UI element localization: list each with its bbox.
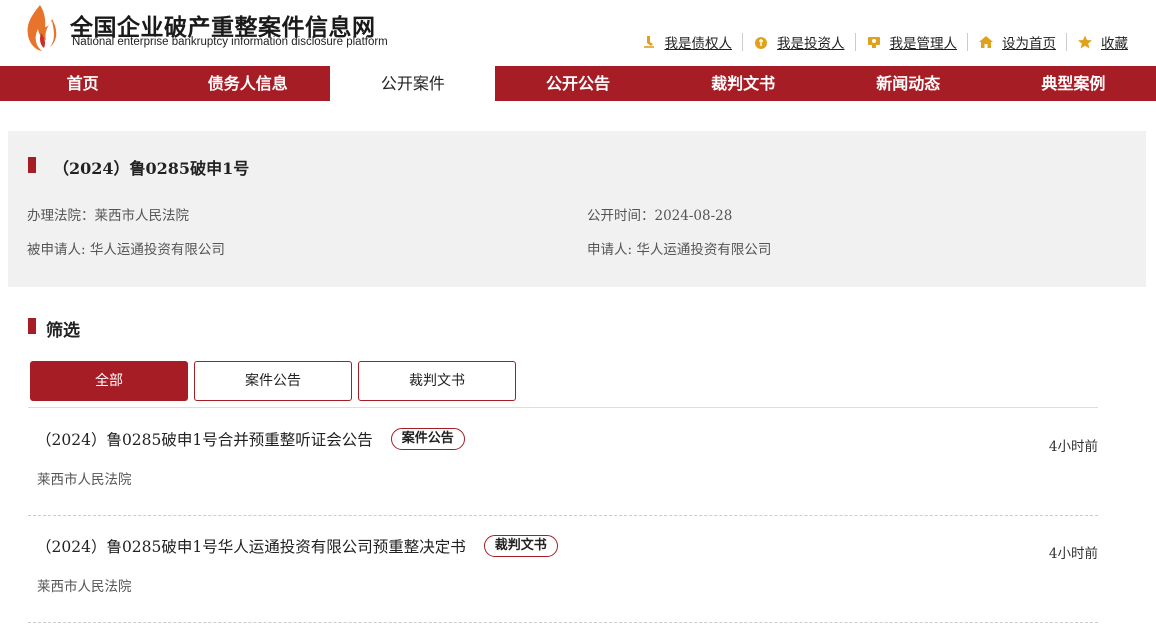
top-link-administrator[interactable]: 我是管理人 bbox=[856, 32, 968, 52]
nav-item-public-notices[interactable]: 公开公告 bbox=[495, 66, 660, 101]
list-item[interactable]: （2024）鲁0285破申1号合并预重整听证会公告 案件公告 莱西市人民法院 4… bbox=[28, 408, 1098, 516]
filter-button-all[interactable]: 全部 bbox=[30, 361, 188, 401]
main-nav: 首页 债务人信息 公开案件 公开公告 裁判文书 新闻动态 典型案例 bbox=[0, 66, 1156, 101]
list-item-title-row: （2024）鲁0285破申1号华人运通投资有限公司预重整决定书 裁判文书 bbox=[36, 535, 558, 557]
top-link-investor[interactable]: 我是投资人 bbox=[743, 32, 855, 52]
nav-item-judgments[interactable]: 裁判文书 bbox=[661, 66, 826, 101]
list-item-divider bbox=[28, 622, 1098, 623]
list-item-court: 莱西市人民法院 bbox=[37, 579, 132, 595]
list-item-title-row: （2024）鲁0285破申1号合并预重整听证会公告 案件公告 bbox=[36, 428, 465, 450]
top-link-label: 设为首页 bbox=[1002, 36, 1056, 52]
case-title: （2024）鲁0285破申1号 bbox=[53, 159, 250, 178]
nav-item-typical-cases[interactable]: 典型案例 bbox=[991, 66, 1156, 101]
nav-item-home[interactable]: 首页 bbox=[0, 66, 165, 101]
list-item-title[interactable]: （2024）鲁0285破申1号合并预重整听证会公告 bbox=[36, 428, 373, 450]
top-link-creditor[interactable]: 我是债权人 bbox=[631, 32, 743, 52]
top-link-label: 我是投资人 bbox=[777, 36, 845, 52]
filter-button-case-notice[interactable]: 案件公告 bbox=[194, 361, 352, 401]
filter-accent-bar bbox=[28, 318, 36, 334]
list-item[interactable]: （2024）鲁0285破申1号华人运通投资有限公司预重整决定书 裁判文书 莱西市… bbox=[28, 515, 1098, 623]
top-link-label: 收藏 bbox=[1101, 36, 1128, 52]
investor-icon bbox=[755, 37, 767, 49]
administrator-icon bbox=[867, 37, 880, 48]
case-publish-time: 公开时间：2024-08-28 bbox=[587, 208, 733, 224]
title-accent-bar bbox=[28, 157, 36, 173]
creditor-icon bbox=[643, 36, 654, 48]
case-applicant: 申请人: 华人运通投资有限公司 bbox=[587, 242, 772, 258]
list-item-title[interactable]: （2024）鲁0285破申1号华人运通投资有限公司预重整决定书 bbox=[36, 535, 466, 557]
filter-button-judgment[interactable]: 裁判文书 bbox=[358, 361, 516, 401]
case-respondent: 被申请人: 华人运通投资有限公司 bbox=[27, 242, 225, 258]
list-item-tag: 裁判文书 bbox=[483, 535, 558, 557]
top-link-label: 我是管理人 bbox=[889, 36, 958, 52]
home-icon bbox=[979, 36, 993, 48]
list-item-tag: 案件公告 bbox=[390, 428, 465, 450]
nav-item-public-cases[interactable]: 公开案件 bbox=[330, 66, 496, 101]
top-links: 我是债权人 我是投资人 我是管理人 设为首页 收藏 bbox=[631, 32, 1139, 52]
flame-logo-icon[interactable] bbox=[22, 3, 58, 53]
top-link-favorite[interactable]: 收藏 bbox=[1067, 32, 1138, 52]
list-item-time: 4小时前 bbox=[1048, 546, 1098, 562]
list-item-time: 4小时前 bbox=[1048, 439, 1098, 455]
star-icon bbox=[1078, 35, 1092, 49]
top-link-set-homepage[interactable]: 设为首页 bbox=[968, 32, 1066, 52]
case-court: 办理法院：莱西市人民法院 bbox=[27, 208, 189, 224]
nav-item-debtor-info[interactable]: 债务人信息 bbox=[165, 66, 330, 101]
list-item-court: 莱西市人民法院 bbox=[37, 472, 132, 488]
filter-title: 筛选 bbox=[46, 321, 80, 341]
case-info-panel: （2024）鲁0285破申1号 办理法院：莱西市人民法院 公开时间：2024-0… bbox=[8, 131, 1146, 287]
site-subtitle: National enterprise bankruptcy informati… bbox=[72, 36, 388, 48]
nav-item-news[interactable]: 新闻动态 bbox=[826, 66, 991, 101]
top-link-label: 我是债权人 bbox=[664, 36, 733, 52]
site-header: 全国企业破产重整案件信息网 National enterprise bankru… bbox=[0, 0, 1156, 66]
